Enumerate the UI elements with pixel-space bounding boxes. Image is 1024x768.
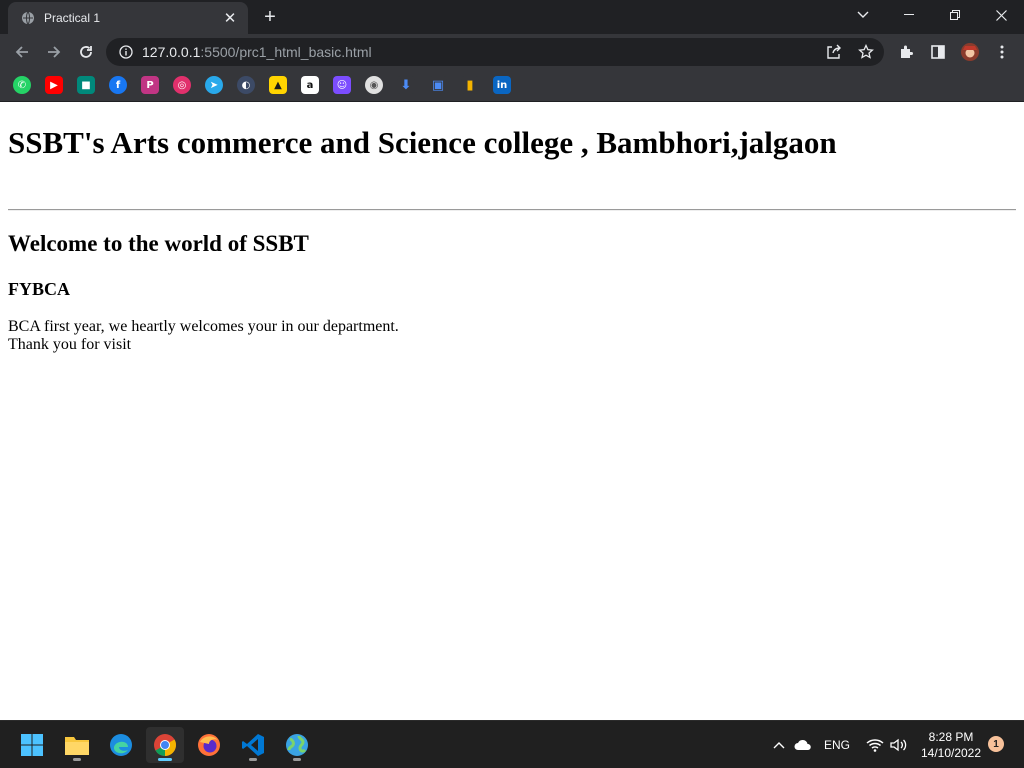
firefox-button[interactable]	[190, 727, 228, 763]
paragraph-line-2: Thank you for visit	[8, 336, 132, 353]
tab-strip: Practical 1 ✕ +	[0, 0, 1024, 34]
bookmark-instagram-icon[interactable]: ◎	[173, 76, 191, 94]
bookmark-bilibili-icon[interactable]: ▣	[429, 76, 447, 94]
share-icon[interactable]	[820, 42, 848, 62]
globe-app-button[interactable]	[278, 727, 316, 763]
star-icon[interactable]	[852, 42, 880, 62]
bookmark-whatsapp-icon[interactable]: ✆	[13, 76, 31, 94]
edge-icon	[110, 734, 132, 756]
url-text: 127.0.0.1:5500/prc1_html_basic.html	[142, 44, 372, 60]
profile-avatar[interactable]	[956, 38, 984, 66]
bookmark-chrome-web-store-icon[interactable]: ◉	[365, 76, 383, 94]
extensions-icon[interactable]	[892, 38, 920, 66]
clock-date: 14/10/2022	[920, 746, 982, 760]
page-heading: SSBT's Arts commerce and Science college…	[8, 125, 837, 160]
minimize-button[interactable]	[886, 0, 932, 30]
system-clock[interactable]: 8:28 PM 14/10/2022	[916, 729, 986, 761]
horizontal-rule	[8, 209, 1016, 211]
file-explorer-button[interactable]	[58, 727, 96, 763]
class-heading: FYBCA	[8, 279, 70, 299]
firefox-icon	[198, 734, 220, 756]
paragraph-line-1: BCA first year, we heartly welcomes your…	[8, 318, 399, 335]
taskbar: ENG 8:28 PM 14/10/2022	[0, 720, 1024, 768]
start-button[interactable]	[13, 727, 51, 763]
bookmark-downloads-icon[interactable]: ⬇	[397, 76, 415, 94]
bookmarks-bar: ✆ ▶ ■ f P ◎ ➤ ◐ ▲ a ☺ ◉ ⬇ ▣ ▮ in	[0, 70, 1024, 102]
start-icon	[21, 734, 43, 756]
chrome-icon	[154, 734, 176, 756]
edge-button[interactable]	[102, 727, 140, 763]
reload-button[interactable]	[72, 38, 100, 66]
tab-title: Practical 1	[44, 11, 101, 25]
show-hidden-icons-chevron[interactable]	[770, 721, 788, 768]
onedrive-cloud-icon[interactable]	[792, 721, 814, 768]
new-tab-button[interactable]: +	[259, 6, 281, 28]
bookmark-facebook-icon[interactable]: f	[109, 76, 127, 94]
page-viewport: SSBT's Arts commerce and Science college…	[0, 103, 1024, 720]
globe-app-icon	[286, 734, 308, 756]
bookmark-dark-reader-icon[interactable]: ◐	[237, 76, 255, 94]
bookmark-contacts-icon[interactable]: ☺	[333, 76, 351, 94]
vscode-button[interactable]	[234, 727, 272, 763]
bookmark-linkedin-icon[interactable]: in	[493, 76, 511, 94]
chrome-button[interactable]	[146, 727, 184, 763]
bookmark-amazon-icon[interactable]: a	[301, 76, 319, 94]
url-path: :5500/prc1_html_basic.html	[200, 44, 372, 60]
clock-time: 8:28 PM	[928, 730, 974, 744]
side-panel-icon[interactable]	[924, 38, 952, 66]
tab-search-icon[interactable]	[840, 0, 886, 30]
bookmark-youtube-icon[interactable]: ▶	[45, 76, 63, 94]
running-indicator	[293, 758, 301, 761]
bookmark-picsart-icon[interactable]: P	[141, 76, 159, 94]
welcome-heading: Welcome to the world of SSBT	[8, 231, 309, 256]
wifi-icon[interactable]	[864, 721, 886, 768]
file-explorer-icon	[65, 737, 89, 755]
forward-button[interactable]	[40, 38, 68, 66]
running-indicator	[73, 758, 81, 761]
info-icon[interactable]	[118, 44, 134, 60]
close-window-button[interactable]	[978, 0, 1024, 30]
tab-close-icon[interactable]: ✕	[220, 8, 240, 28]
menu-icon[interactable]	[988, 38, 1016, 66]
tab-practical-1[interactable]: Practical 1 ✕	[8, 2, 248, 34]
browser-toolbar: 127.0.0.1:5500/prc1_html_basic.html	[0, 34, 1024, 70]
globe-icon	[20, 10, 36, 26]
running-indicator	[249, 758, 257, 761]
back-button[interactable]	[8, 38, 36, 66]
notification-badge[interactable]: 1	[988, 736, 1004, 752]
address-bar[interactable]: 127.0.0.1:5500/prc1_html_basic.html	[106, 38, 884, 66]
vscode-icon	[242, 734, 264, 756]
bookmark-analytics-icon[interactable]: ▮	[461, 76, 479, 94]
bookmark-telegram-icon[interactable]: ➤	[205, 76, 223, 94]
bookmark-shopping-icon[interactable]: ▲	[269, 76, 287, 94]
bookmark-google-meet-icon[interactable]: ■	[77, 76, 95, 94]
restore-button[interactable]	[932, 0, 978, 30]
active-indicator	[158, 758, 172, 761]
url-host: 127.0.0.1	[142, 44, 201, 60]
language-indicator[interactable]: ENG	[820, 721, 854, 768]
volume-icon[interactable]	[888, 721, 910, 768]
